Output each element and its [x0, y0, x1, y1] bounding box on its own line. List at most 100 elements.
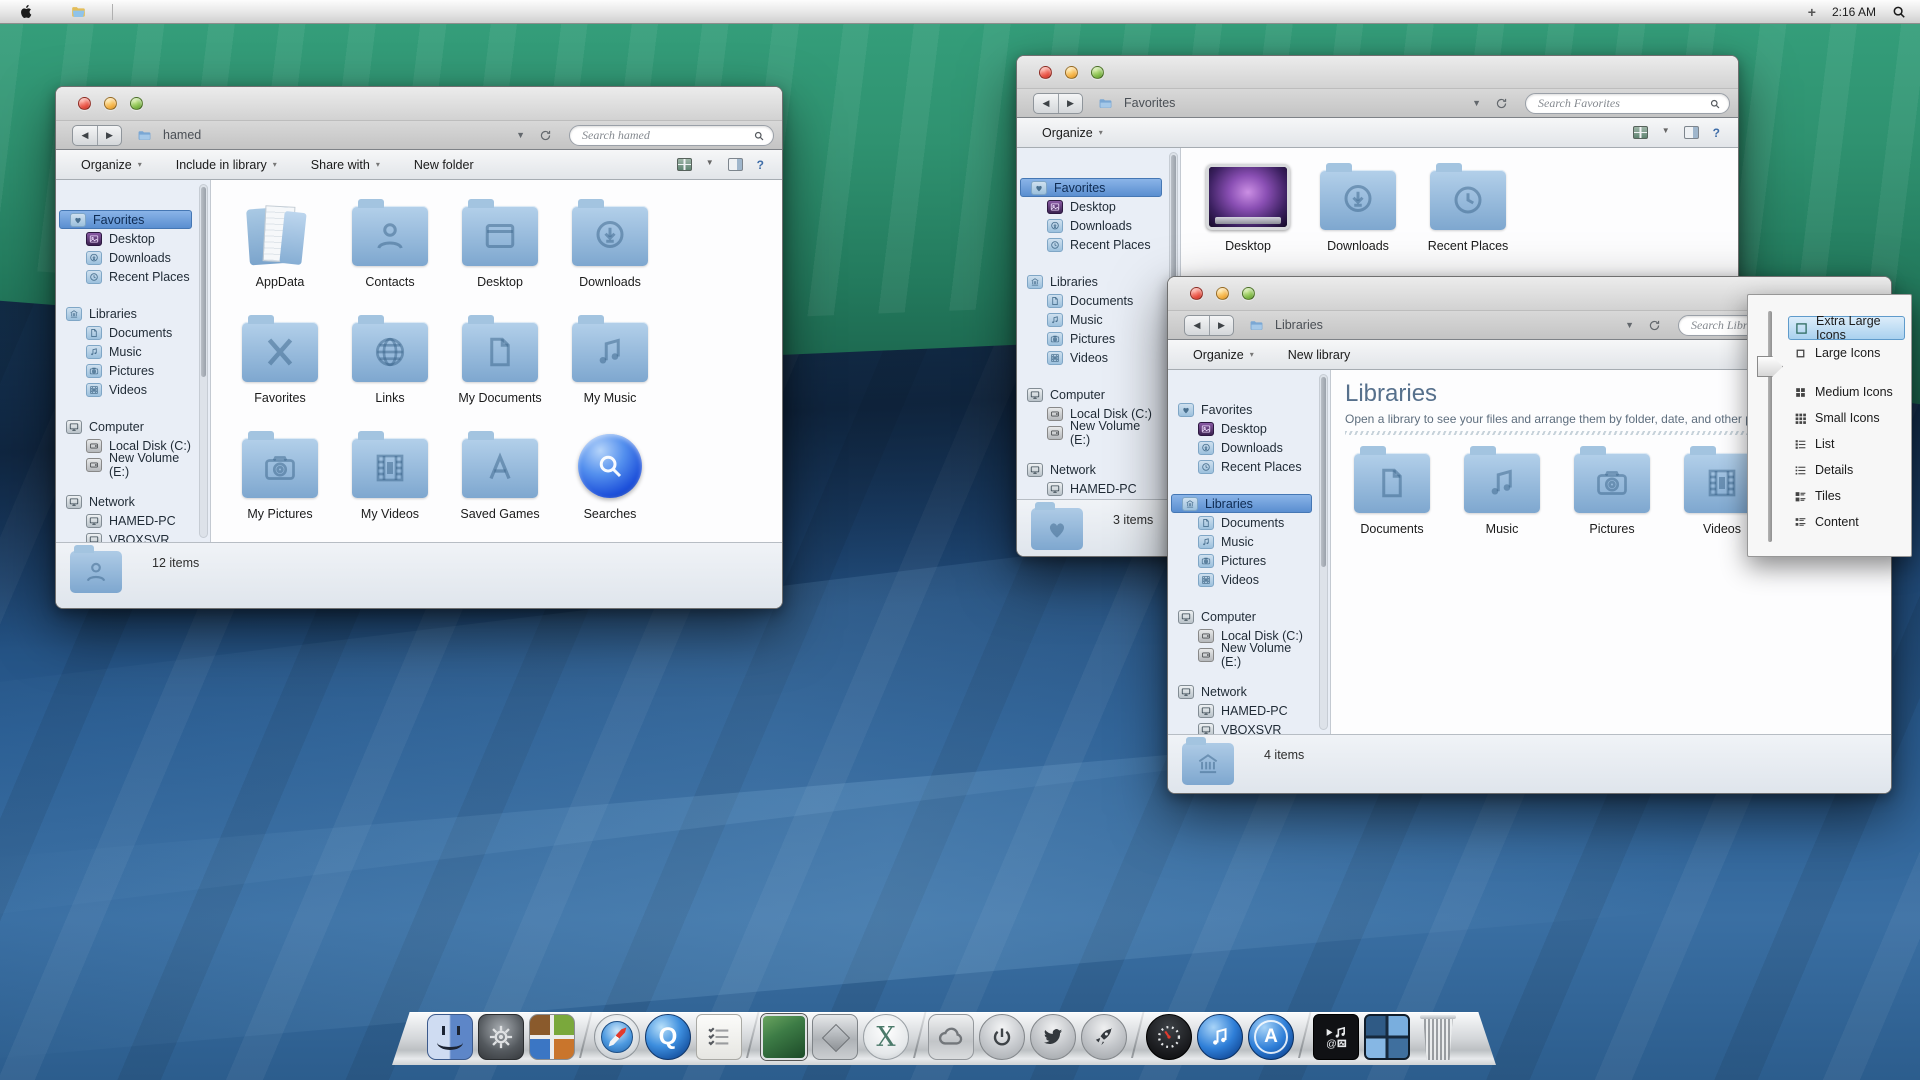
breadcrumb[interactable]: hamed — [163, 128, 201, 142]
view-menu-item[interactable]: Medium Icons — [1788, 379, 1905, 405]
sidebar-item[interactable]: Documents — [1017, 291, 1162, 310]
sidebar-item[interactable]: Videos — [1168, 570, 1312, 589]
sidebar-item[interactable]: Desktop — [1168, 419, 1312, 438]
boot-camp-dock-icon[interactable] — [812, 1014, 858, 1060]
address-dropdown-icon[interactable]: ▼ — [1472, 98, 1481, 108]
close-button[interactable] — [1039, 66, 1052, 79]
forward-button[interactable]: ▶ — [1058, 94, 1082, 113]
search-box[interactable] — [1525, 93, 1730, 114]
sidebar-item[interactable]: Libraries — [1017, 272, 1162, 291]
trash-dock-icon[interactable] — [1415, 1014, 1461, 1060]
view-menu-item[interactable]: Small Icons — [1788, 405, 1905, 431]
sidebar-item[interactable]: VBOXSVR — [1168, 720, 1312, 734]
desktop-wallpaper-dock-icon[interactable] — [761, 1014, 807, 1060]
back-button[interactable]: ◀ — [73, 126, 97, 145]
toolbar-button[interactable]: Organize — [1042, 126, 1103, 140]
zoom-button[interactable] — [1242, 287, 1255, 300]
itunes-dock-icon[interactable] — [1197, 1014, 1243, 1060]
preview-pane-icon[interactable] — [728, 158, 743, 171]
file-item[interactable]: Downloads — [1303, 158, 1413, 274]
zoom-button[interactable] — [1091, 66, 1104, 79]
sidebar-item[interactable]: Computer — [1168, 607, 1312, 626]
sidebar-item[interactable]: Music — [56, 342, 192, 361]
minimize-button[interactable] — [1065, 66, 1078, 79]
sidebar-item[interactable]: Recent Places — [1168, 457, 1312, 476]
app-store-dock-icon[interactable]: A — [1248, 1014, 1294, 1060]
search-input[interactable] — [1526, 96, 1709, 111]
sidebar-item[interactable]: New Volume (E:) — [56, 455, 192, 474]
file-item[interactable]: Desktop — [1193, 158, 1303, 274]
back-button[interactable]: ◀ — [1034, 94, 1058, 113]
file-item[interactable]: Recent Places — [1413, 158, 1523, 274]
file-item[interactable]: Favorites — [225, 310, 335, 426]
file-item[interactable]: Contacts — [335, 194, 445, 310]
finder-dock-icon[interactable] — [427, 1014, 473, 1060]
file-item[interactable]: My Videos — [335, 426, 445, 542]
file-item[interactable]: My Pictures — [225, 426, 335, 542]
change-view-icon[interactable] — [1633, 126, 1648, 139]
file-item[interactable]: AppData — [225, 194, 335, 310]
titlebar[interactable] — [1017, 56, 1738, 89]
power-dock-icon[interactable] — [979, 1014, 1025, 1060]
minimize-button[interactable] — [104, 97, 117, 110]
sidebar-item[interactable]: Network — [1168, 682, 1312, 701]
sidebar-item[interactable]: Favorites — [59, 210, 192, 229]
sidebar-item[interactable]: Desktop — [1017, 197, 1162, 216]
file-item[interactable]: My Documents — [445, 310, 555, 426]
sidebar-item[interactable]: Desktop — [56, 229, 192, 248]
view-menu-item[interactable]: Extra Large Icons — [1788, 316, 1905, 340]
file-item[interactable]: Saved Games — [445, 426, 555, 542]
file-item[interactable]: Pictures — [1557, 441, 1667, 557]
file-item[interactable]: Links — [335, 310, 445, 426]
file-item[interactable]: Documents — [1337, 441, 1447, 557]
icon-size-slider[interactable] — [1768, 311, 1772, 542]
sidebar-item[interactable]: Pictures — [56, 361, 192, 380]
sidebar-item[interactable]: Recent Places — [1017, 235, 1162, 254]
toolbar-button[interactable]: Share with — [311, 158, 380, 172]
sidebar-item[interactable]: Music — [1017, 310, 1162, 329]
sidebar-item[interactable]: Music — [1168, 532, 1312, 551]
file-item[interactable]: My Music — [555, 310, 665, 426]
sidebar-item[interactable]: Pictures — [1168, 551, 1312, 570]
help-icon[interactable]: ? — [757, 158, 764, 171]
sidebar-item[interactable]: Videos — [56, 380, 192, 399]
sidebar-item[interactable]: Recent Places — [56, 267, 192, 286]
close-button[interactable] — [78, 97, 91, 110]
view-menu-item[interactable]: List — [1788, 431, 1905, 457]
icloud-dock-icon[interactable] — [928, 1014, 974, 1060]
breadcrumb[interactable]: Libraries — [1275, 318, 1323, 332]
address-dropdown-icon[interactable]: ▼ — [1625, 320, 1634, 330]
sidebar-item[interactable]: Downloads — [1017, 216, 1162, 235]
help-icon[interactable]: ? — [1713, 126, 1720, 139]
forward-button[interactable]: ▶ — [1209, 316, 1233, 335]
sidebar-item[interactable]: Libraries — [1171, 494, 1312, 513]
sidebar-item[interactable]: HAMED-PC — [1168, 701, 1312, 720]
game-center-dock-icon[interactable] — [529, 1014, 575, 1060]
file-item[interactable]: Downloads — [555, 194, 665, 310]
clock-menu-item[interactable]: 2:16 AM — [1832, 5, 1876, 19]
sidebar-item[interactable]: Computer — [56, 417, 192, 436]
sidebar-item[interactable]: Network — [1017, 460, 1162, 479]
toolbar-button[interactable]: Organize — [81, 158, 142, 172]
views-dropdown-icon[interactable]: ▼ — [1662, 126, 1670, 139]
dashboard-dock-icon[interactable] — [1146, 1014, 1192, 1060]
rocket-dock-icon[interactable] — [1081, 1014, 1127, 1060]
sidebar-item[interactable]: Favorites — [1020, 178, 1162, 197]
twitter-dock-icon[interactable] — [1030, 1014, 1076, 1060]
sidebar-item[interactable]: Downloads — [1168, 438, 1312, 457]
plus-menu-item[interactable]: + — [1808, 4, 1816, 20]
media-center-dock-icon[interactable]: @ — [1313, 1014, 1359, 1060]
sidebar-item[interactable]: Downloads — [56, 248, 192, 267]
views-dropdown-icon[interactable]: ▼ — [706, 158, 714, 171]
minimize-button[interactable] — [1216, 287, 1229, 300]
toolbar-button[interactable]: New folder — [414, 158, 474, 172]
os-x-dock-icon[interactable]: X — [863, 1014, 909, 1060]
file-item[interactable]: Music — [1447, 441, 1557, 557]
explorer-app-icon[interactable] — [69, 4, 88, 20]
spaces-dock-icon[interactable] — [1364, 1014, 1410, 1060]
sidebar-item[interactable]: Favorites — [1168, 400, 1312, 419]
toolbar-button[interactable]: Organize — [1193, 348, 1254, 362]
change-view-icon[interactable] — [677, 158, 692, 171]
sidebar-item[interactable]: HAMED-PC — [1017, 479, 1162, 498]
view-menu-item[interactable]: Content — [1788, 509, 1905, 535]
